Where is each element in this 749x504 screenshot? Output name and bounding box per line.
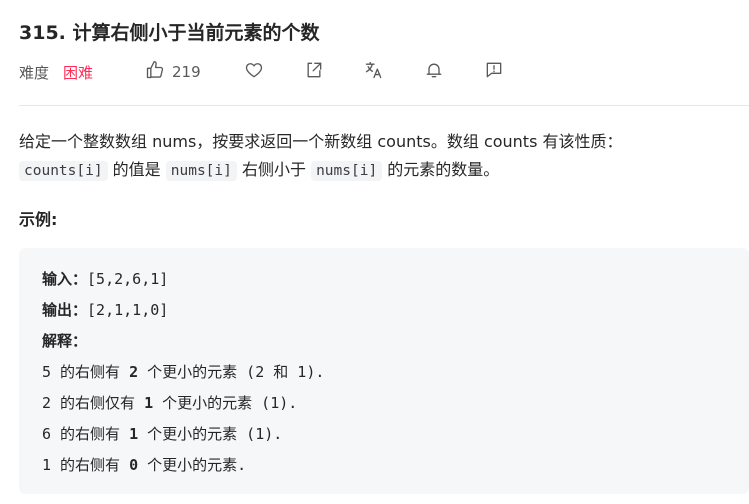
- line-count: 1: [129, 425, 139, 443]
- favorite-button[interactable]: [244, 60, 264, 84]
- feedback-button[interactable]: [484, 60, 504, 84]
- line-text: 个更小的元素.: [138, 456, 247, 474]
- description-text: 的值是: [107, 160, 166, 179]
- thumbs-up-icon: [145, 60, 165, 84]
- description-text: 给定一个整数数组 nums，按要求返回一个新数组 counts。数组 count…: [19, 132, 623, 151]
- bell-icon: [424, 60, 444, 84]
- subscribe-button[interactable]: [424, 60, 444, 84]
- line-text: 2 的右侧仅有: [42, 394, 145, 412]
- share-icon: [304, 60, 324, 84]
- like-count: 219: [172, 63, 201, 81]
- example-heading: 示例:: [19, 210, 58, 229]
- line-text: 1 的右侧有: [42, 456, 130, 474]
- translate-icon: [364, 60, 384, 84]
- share-button[interactable]: [304, 60, 324, 84]
- line-count: 0: [129, 456, 139, 474]
- explanation-line: 2 的右侧仅有 1 个更小的元素 (1).: [42, 388, 324, 419]
- line-count: 2: [129, 363, 139, 381]
- divider: [19, 105, 749, 106]
- output-value: [2,1,1,0]: [87, 301, 169, 319]
- problem-description: 给定一个整数数组 nums，按要求返回一个新数组 counts。数组 count…: [19, 128, 744, 185]
- line-text: 个更小的元素 (2 和 1).: [138, 363, 325, 381]
- problem-page: 315. 计算右侧小于当前元素的个数 难度 困难 219 给定一个整数数组 nu…: [0, 0, 749, 504]
- line-count: 1: [144, 394, 154, 412]
- explanation-line: 6 的右侧有 1 个更小的元素 (1).: [42, 419, 324, 450]
- line-text: 5 的右侧有: [42, 363, 130, 381]
- explanation-label: 解释：: [42, 332, 88, 350]
- input-label: 输入：: [42, 270, 88, 288]
- input-value: [5,2,6,1]: [87, 270, 169, 288]
- like-button[interactable]: 219: [145, 60, 201, 84]
- example-output: 输出：[2,1,1,0]: [42, 295, 324, 326]
- example-block: 输入：[5,2,6,1] 输出：[2,1,1,0] 解释： 5 的右侧有 2 个…: [19, 248, 749, 494]
- code-nums-i: nums[i]: [165, 161, 237, 181]
- heart-icon: [244, 60, 264, 84]
- code-nums-i: nums[i]: [311, 161, 383, 181]
- line-text: 6 的右侧有: [42, 425, 130, 443]
- code-counts-i: counts[i]: [19, 161, 108, 181]
- explanation-line: 5 的右侧有 2 个更小的元素 (2 和 1).: [42, 357, 324, 388]
- problem-title: 315. 计算右侧小于当前元素的个数: [19, 22, 320, 44]
- difficulty-badge: 困难: [63, 63, 94, 82]
- example-explanation: 解释：: [42, 326, 324, 357]
- example-input: 输入：[5,2,6,1]: [42, 264, 324, 295]
- line-text: 个更小的元素 (1).: [138, 425, 283, 443]
- line-text: 个更小的元素 (1).: [153, 394, 298, 412]
- feedback-icon: [484, 60, 504, 84]
- explanation-line: 1 的右侧有 0 个更小的元素.: [42, 450, 324, 481]
- translate-button[interactable]: [364, 60, 384, 84]
- description-text: 右侧小于: [236, 160, 312, 179]
- description-text: 的元素的数量。: [382, 160, 500, 179]
- output-label: 输出：: [42, 301, 88, 319]
- difficulty-label: 难度: [19, 63, 50, 82]
- difficulty-row: 难度 困难: [19, 60, 93, 84]
